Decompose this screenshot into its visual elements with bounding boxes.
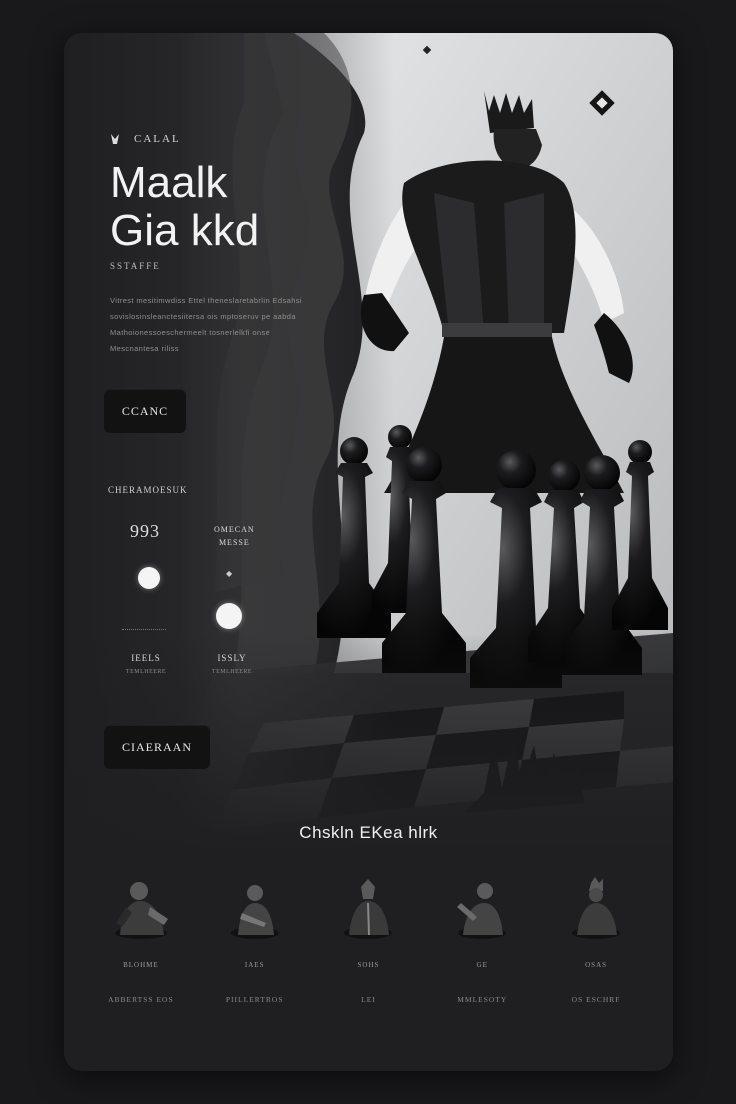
option-dot-2[interactable] [216, 603, 242, 629]
character-portrait-icon [457, 883, 507, 939]
gallery-item-caption: IAES [244, 961, 265, 969]
option-dot-1[interactable] [138, 567, 160, 589]
stat-label-line-2: MESSE [218, 538, 250, 547]
diamond-icon[interactable] [588, 89, 616, 117]
gallery-item-label: PIILLERTROS [225, 995, 284, 1004]
primary-button[interactable]: CCANC [104, 389, 186, 433]
character-portrait-icon [572, 877, 621, 939]
gallery-item[interactable]: GE MMLESOTY [432, 873, 532, 1004]
gallery-item[interactable]: IAES PIILLERTROS [205, 873, 305, 1004]
value-2-text: ISSLY [217, 653, 247, 663]
eyebrow-text: CALAL [134, 133, 181, 145]
value-1-caption: TEMLHEERE [125, 669, 167, 675]
gallery-item[interactable]: OSAS OS ESCHRF [546, 873, 646, 1004]
stat-label-line-1: OMECAN [214, 525, 255, 534]
gallery-item-caption: GE [476, 961, 488, 969]
stat-label: OMECAN MESSE [214, 523, 255, 549]
value-2: ISSLY TEMLHEERE [206, 653, 258, 675]
title-line-2: Gia kkd [110, 206, 260, 255]
gallery-item-caption: OSAS [585, 961, 608, 969]
gallery-item-caption: SOHS [357, 961, 380, 969]
title-line-1: Maalk [110, 158, 228, 207]
gallery-title: Chskln EKea hlrk [299, 823, 438, 842]
hero-eyebrow: CALAL [110, 133, 181, 145]
gallery-item-label: LEI [361, 995, 376, 1004]
value-1-text: IEELS [131, 653, 161, 663]
settings-section-label: CHERAMOESUK [108, 485, 188, 495]
value-1: IEELS TEMLHEERE [120, 653, 172, 675]
gallery-item-label: MMLESOTY [457, 995, 508, 1004]
gallery-item-label: ABBERTSS EOS [108, 995, 174, 1004]
gallery-item-caption: BLOHME [123, 961, 159, 969]
character-portrait-icon [344, 879, 393, 939]
hero-subtitle: SSTAFFE [110, 261, 161, 271]
character-portrait-icon [230, 885, 279, 939]
character-portrait-icon [114, 882, 168, 939]
stat-value: 993 [130, 521, 160, 541]
gallery-item[interactable]: SOHS LEI [318, 873, 418, 1004]
secondary-button[interactable]: CIAERAAN [104, 725, 210, 769]
small-diamond-icon [422, 45, 432, 55]
dotted-divider [122, 629, 166, 630]
app-card: CALAL Maalk Gia kkd SSTAFFE Vitrest mesi… [64, 33, 673, 1071]
page-title: Maalk Gia kkd [110, 159, 259, 255]
character-gallery: BLOHME ABBERTSS EOS IAES PIILLERTROS SOH… [64, 873, 673, 1004]
gallery-item[interactable]: BLOHME ABBERTSS EOS [91, 873, 191, 1004]
chevron-down-icon[interactable]: ◆ [226, 569, 232, 578]
gallery-item-label: OS ESCHRF [571, 995, 621, 1004]
value-2-caption: TEMLHEERE [211, 669, 253, 675]
crown-glyph-icon [111, 134, 119, 144]
hero-paragraph: Vitrest mesitimwdiss Ettel theneslaretab… [110, 296, 302, 353]
